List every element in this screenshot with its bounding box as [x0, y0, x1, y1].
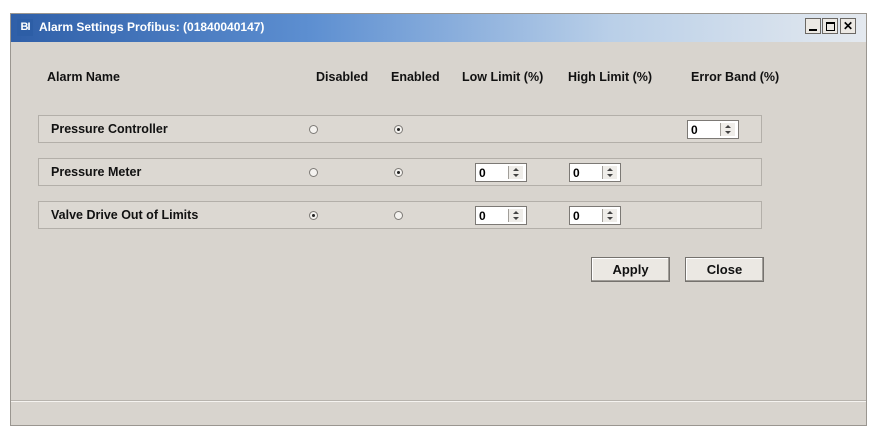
- enabled-radio[interactable]: [394, 168, 403, 177]
- title-bar[interactable]: BI Alarm Settings Profibus: (01840040147…: [11, 14, 866, 42]
- disabled-radio[interactable]: [309, 211, 318, 220]
- alarm-row-valve-drive: Valve Drive Out of Limits 0 0: [38, 201, 762, 229]
- header-high-limit: High Limit (%): [568, 70, 653, 84]
- low-limit-value: 0: [479, 166, 486, 180]
- spinner-arrows[interactable]: [602, 166, 617, 179]
- status-bar-divider: [11, 400, 866, 402]
- high-limit-spinner[interactable]: 0: [569, 163, 621, 182]
- apply-button[interactable]: Apply: [591, 257, 670, 282]
- spinner-arrows[interactable]: [720, 123, 735, 136]
- header-enabled: Enabled: [391, 70, 440, 84]
- minimize-button[interactable]: [805, 18, 821, 34]
- alarm-name-label: Pressure Controller: [51, 122, 168, 136]
- high-limit-value: 0: [573, 166, 580, 180]
- high-limit-spinner[interactable]: 0: [569, 206, 621, 225]
- alarm-settings-window: BI Alarm Settings Profibus: (01840040147…: [10, 13, 867, 426]
- enabled-radio[interactable]: [394, 125, 403, 134]
- spinner-arrows[interactable]: [602, 209, 617, 222]
- error-band-value: 0: [691, 123, 698, 137]
- high-limit-value: 0: [573, 209, 580, 223]
- close-window-button[interactable]: ✕: [840, 18, 856, 34]
- enabled-radio[interactable]: [394, 211, 403, 220]
- disabled-radio[interactable]: [309, 168, 318, 177]
- low-limit-spinner[interactable]: 0: [475, 163, 527, 182]
- header-alarm-name: Alarm Name: [47, 70, 120, 84]
- spinner-arrows[interactable]: [508, 166, 523, 179]
- maximize-button[interactable]: [822, 18, 838, 34]
- low-limit-spinner[interactable]: 0: [475, 206, 527, 225]
- app-icon: BI: [17, 19, 33, 36]
- disabled-radio[interactable]: [309, 125, 318, 134]
- error-band-spinner[interactable]: 0: [687, 120, 739, 139]
- spinner-arrows[interactable]: [508, 209, 523, 222]
- close-button[interactable]: Close: [685, 257, 764, 282]
- header-disabled: Disabled: [316, 70, 369, 84]
- alarm-name-label: Pressure Meter: [51, 165, 142, 179]
- low-limit-value: 0: [479, 209, 486, 223]
- alarm-row-pressure-controller: Pressure Controller 0: [38, 115, 762, 143]
- header-low-limit: Low Limit (%): [462, 70, 544, 84]
- window-title: Alarm Settings Profibus: (01840040147): [39, 20, 265, 34]
- alarm-row-pressure-meter: Pressure Meter 0 0: [38, 158, 762, 186]
- header-error-band: Error Band (%): [691, 70, 780, 84]
- alarm-name-label: Valve Drive Out of Limits: [51, 208, 199, 222]
